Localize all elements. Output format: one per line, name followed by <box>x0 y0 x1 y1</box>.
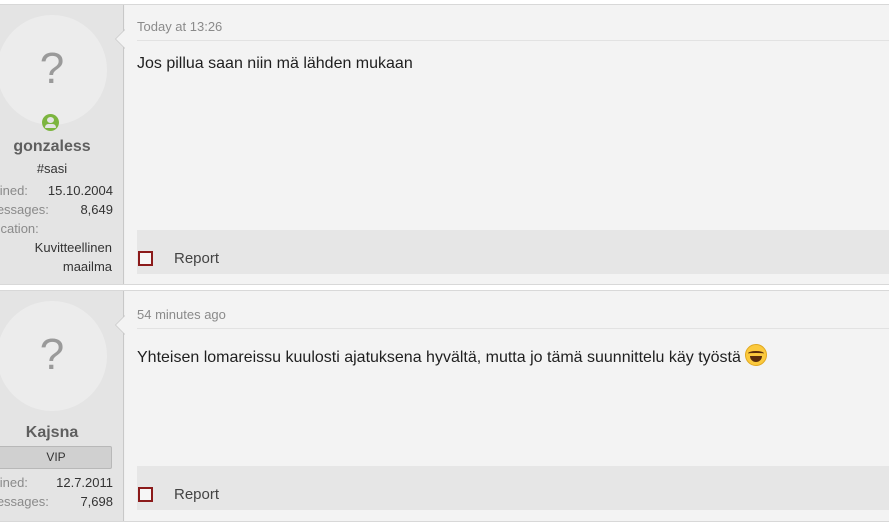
divider <box>137 40 889 41</box>
messages-value[interactable]: 7,698 <box>80 492 113 511</box>
post-timestamp[interactable]: 54 minutes ago <box>137 307 226 322</box>
user-panel: ? Kajsna VIP Joined: 12.7.2011 Messages: 7… <box>0 291 124 521</box>
online-status-icon <box>42 114 59 131</box>
user-stats: Joined: 15.10.2004 Messages: 8,649 Locatio… <box>0 181 123 238</box>
message-text: Jos pillua saan niin mä lähden mukaan <box>137 55 413 72</box>
divider <box>137 328 889 329</box>
joined-value: 15.10.2004 <box>47 183 113 198</box>
message-body: Yhteisen lomareissu kuulosti ajatuksena … <box>137 344 767 367</box>
message-footer: Report <box>137 230 889 274</box>
location-line-2: maailma <box>62 259 112 274</box>
messages-value[interactable]: 8,649 <box>80 200 113 219</box>
select-checkbox[interactable] <box>138 251 153 266</box>
messages-label: Messages: <box>0 202 49 217</box>
message-text: Yhteisen lomareissu kuulosti ajatuksena … <box>137 349 741 366</box>
laughing-tears-emoji-icon <box>744 344 767 366</box>
username-link[interactable]: gonzaless <box>0 138 104 156</box>
joined-value: 12.7.2011 <box>56 475 113 490</box>
username-link[interactable]: Kajsna <box>0 424 104 442</box>
message-content: 54 minutes ago Yhteisen lomareissu kuulo… <box>115 291 889 521</box>
avatar[interactable]: ? <box>0 15 107 125</box>
joined-label: Joined: <box>0 183 28 198</box>
message-content: Today at 13:26 Jos pillua saan niin mä l… <box>115 5 889 284</box>
message-footer: Report <box>137 466 889 510</box>
vip-badge: VIP <box>0 446 112 469</box>
messages-label: Messages: <box>0 494 49 509</box>
speech-arrow <box>115 29 125 49</box>
user-panel: ? gonzaless #sasi Joined: 15.10.2004 Mess… <box>0 5 124 284</box>
location-value[interactable]: Kuvitteellinen maailma <box>35 238 112 276</box>
joined-label: Joined: <box>0 475 28 490</box>
report-link[interactable]: Report <box>174 250 219 267</box>
report-link[interactable]: Report <box>174 486 219 503</box>
user-stats: Joined: 12.7.2011 Messages: 7,698 <box>0 473 123 511</box>
user-title: #sasi <box>36 161 68 176</box>
avatar[interactable]: ? <box>0 301 107 411</box>
location-line-1: Kuvitteellinen <box>34 240 112 255</box>
select-checkbox[interactable] <box>138 487 153 502</box>
location-label: Location: <box>0 221 39 236</box>
speech-arrow <box>115 315 125 335</box>
message-post: ? gonzaless #sasi Joined: 15.10.2004 Mess… <box>0 4 889 285</box>
post-timestamp[interactable]: Today at 13:26 <box>137 19 222 34</box>
message-post: ? Kajsna VIP Joined: 12.7.2011 Messages: 7… <box>0 290 889 522</box>
